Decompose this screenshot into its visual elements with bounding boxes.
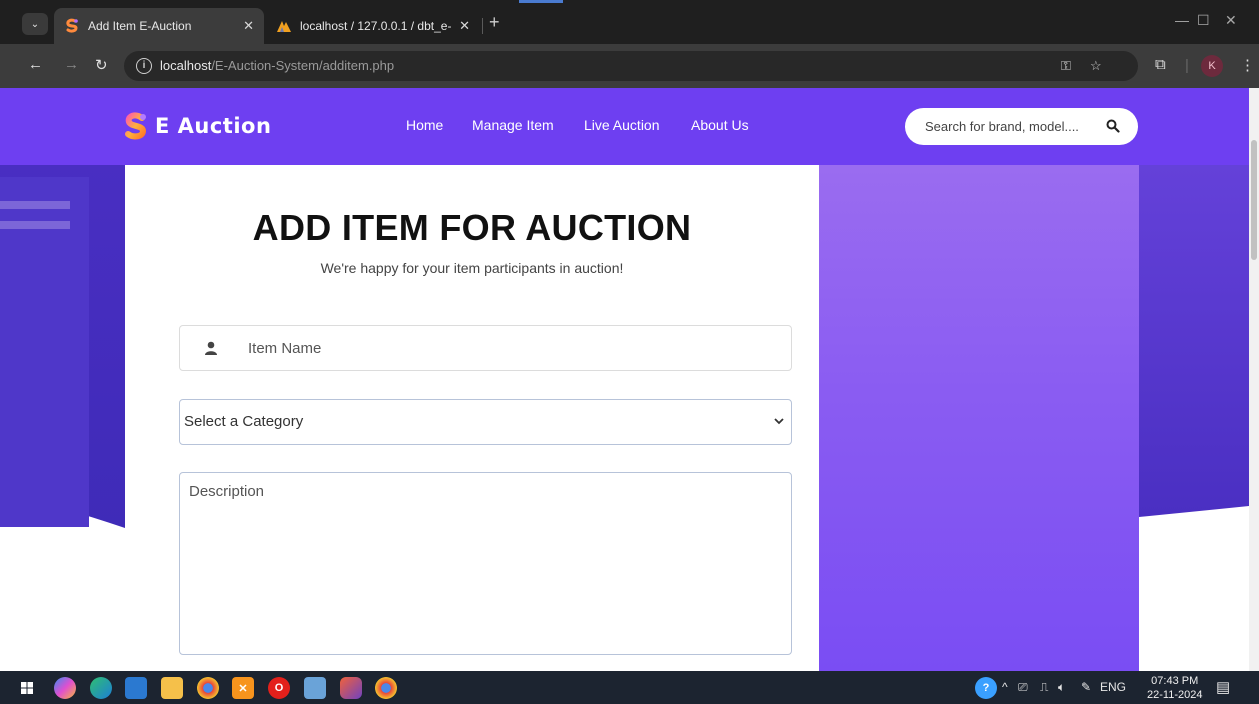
chrome-icon[interactable] [197,677,219,699]
back-arrow-icon[interactable]: ← [28,56,43,73]
page-scrollbar[interactable] [1249,88,1259,671]
nav-home[interactable]: Home [406,117,443,133]
page-subtitle: We're happy for your item participants i… [320,260,624,276]
item-name-input[interactable] [248,326,768,370]
scrollbar-thumb[interactable] [1251,140,1257,260]
site-search [905,108,1138,145]
windows-start-icon[interactable] [21,682,33,694]
phpmyadmin-favicon-icon [277,21,291,32]
bookmark-star-icon[interactable]: ☆ [1090,58,1102,74]
nav-about-us[interactable]: About Us [691,117,749,133]
description-field [179,472,792,655]
chevron-down-icon [774,418,784,425]
profile-avatar[interactable]: K [1201,55,1223,77]
language-indicator[interactable]: ENG [1100,680,1126,694]
tab-divider [482,18,483,34]
close-tab-icon[interactable]: ✕ [243,18,254,34]
forward-arrow-icon[interactable]: → [64,56,79,73]
maximize-icon[interactable]: ☐ [1197,12,1210,29]
brand-name: E Auction [155,114,272,138]
new-tab-plus-icon[interactable]: + [489,12,500,33]
tab-search-button[interactable]: ⌄ [22,13,48,35]
brand-s-logo-icon [125,112,147,140]
form-side-panel [819,165,1139,671]
nav-manage-item[interactable]: Manage Item [472,117,554,133]
browser-tab-strip: ⌄ Add Item E-Auction ✕ localhost / 127.0… [0,0,1259,44]
pen-icon[interactable]: ✎ [1081,680,1091,694]
network-icon[interactable]: ⎚ [1018,680,1028,695]
user-icon [205,341,217,355]
site-header: E Auction Home Manage Item Live Auction … [0,88,1249,165]
page-viewport: E Auction Home Manage Item Live Auction … [0,88,1249,671]
address-bar[interactable]: i localhost/E-Auction-System/additem.php… [124,51,1138,81]
edge-browser-icon[interactable] [90,677,112,699]
app-cube-icon[interactable] [340,677,362,699]
description-textarea[interactable] [180,473,791,654]
add-item-form-card: ADD ITEM FOR AUCTION We're happy for you… [125,165,819,671]
page-title: ADD ITEM FOR AUCTION [252,207,692,248]
clock-date: 22-11-2024 [1147,689,1203,701]
toolbar-divider: | [1185,57,1189,74]
tab-add-item[interactable]: Add Item E-Auction ✕ [54,8,264,44]
window-close-icon[interactable]: ✕ [1225,12,1237,29]
search-icon[interactable] [1106,119,1120,133]
reload-icon[interactable]: ↻ [95,56,108,74]
tray-chevron-icon[interactable]: ^ [1002,680,1008,694]
battery-icon[interactable]: ⎍ [1040,680,1048,695]
clock-time: 07:43 PM [1151,675,1199,687]
copilot-icon[interactable] [54,677,76,699]
browser-toolbar: ← → ↻ i localhost/E-Auction-System/addit… [0,44,1259,88]
tab-title: localhost / 127.0.0.1 / dbt_e-auc [300,19,452,33]
tab-strip-accent [519,0,563,3]
taskbar-clock[interactable]: 07:43 PM 22-11-2024 [1147,674,1202,702]
tab-phpmyadmin[interactable]: localhost / 127.0.0.1 / dbt_e-auc ✕ [266,8,480,44]
tab-title: Add Item E-Auction [88,19,192,33]
site-info-icon[interactable]: i [136,58,152,74]
url-path: /E-Auction-System/additem.php [211,58,395,73]
more-menu-icon[interactable]: ⋮ [1240,56,1255,74]
url-text[interactable]: localhost/E-Auction-System/additem.php [160,58,394,73]
url-host: localhost [160,58,212,73]
minimize-icon[interactable]: — [1175,12,1189,28]
close-tab-icon[interactable]: ✕ [459,18,470,34]
network-app-icon[interactable] [304,677,326,699]
password-key-icon[interactable]: ⚿ [1061,58,1071,74]
category-select[interactable]: Select a Category [179,399,792,445]
store-icon[interactable] [125,677,147,699]
chrome-profile-icon[interactable] [375,677,397,699]
notifications-icon[interactable]: ▤ [1216,678,1230,696]
nav-live-auction[interactable]: Live Auction [584,117,660,133]
extensions-puzzle-icon[interactable]: ⧉ [1155,56,1166,73]
item-name-field [179,325,792,371]
file-explorer-icon[interactable] [161,677,183,699]
e-auction-favicon-icon [66,18,78,33]
volume-icon[interactable]: 🔈︎ [1058,680,1065,695]
help-icon[interactable]: ? [975,677,997,699]
opera-icon[interactable]: O [268,677,290,699]
category-selected-value: Select a Category [184,413,304,430]
site-logo[interactable]: E Auction [123,112,271,140]
xampp-icon[interactable]: ✕ [232,677,254,699]
search-input[interactable] [925,108,1095,145]
os-taskbar: ✕ O ? ^ ⎚ ⎍ 🔈︎ ✎ ENG 07:43 PM 22-11-2024… [0,671,1259,704]
